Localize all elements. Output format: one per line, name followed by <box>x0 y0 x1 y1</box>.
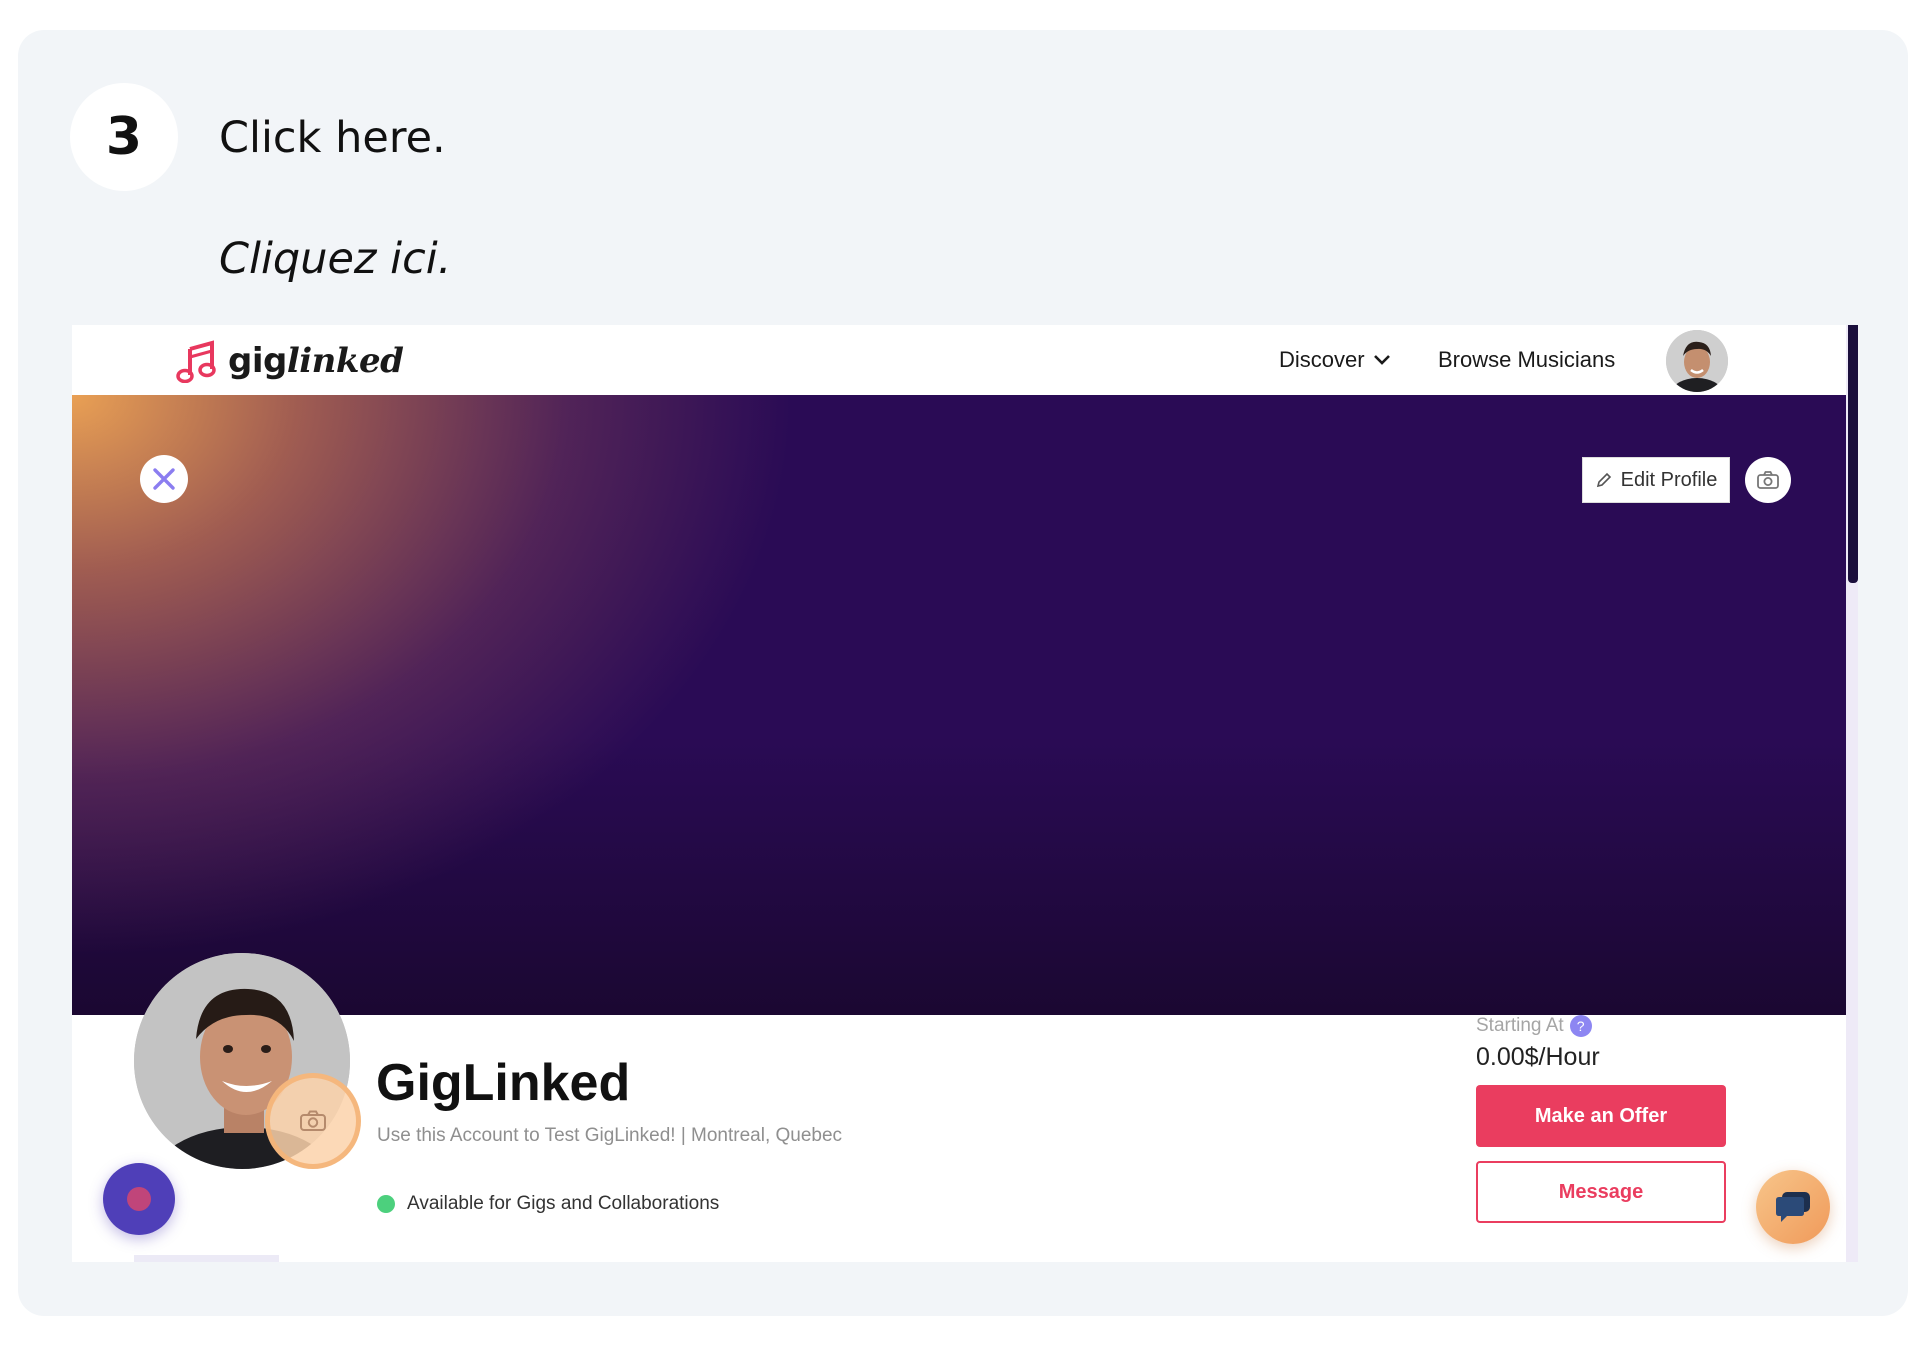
step-number-badge: 3 <box>70 83 178 191</box>
close-button[interactable] <box>140 455 188 503</box>
avatar-image <box>1666 330 1728 392</box>
top-nav: giglinked Discover Browse Musicians <box>72 325 1848 395</box>
profile-photo-camera-button[interactable] <box>265 1073 361 1169</box>
chevron-down-icon <box>1373 355 1390 365</box>
starting-at-label: Starting At <box>1476 1015 1564 1036</box>
banner-camera-button[interactable] <box>1745 457 1791 503</box>
availability-label: Available for Gigs and Collaborations <box>407 1193 720 1214</box>
profile-banner: Edit Profile <box>72 395 1848 1015</box>
scrollbar-thumb[interactable] <box>1848 325 1858 583</box>
edit-profile-button[interactable]: Edit Profile <box>1582 457 1730 503</box>
instruction-text-fr: Cliquez ici. <box>219 234 452 284</box>
help-icon[interactable]: ? <box>1569 1015 1592 1037</box>
starting-at: Starting At ? <box>1476 1015 1592 1037</box>
logo[interactable]: giglinked <box>176 337 404 385</box>
hourly-price: 0.00$/Hour <box>1476 1043 1600 1071</box>
camera-icon <box>1757 471 1779 489</box>
nav-discover[interactable]: Discover <box>1279 347 1391 373</box>
camera-icon <box>300 1110 326 1131</box>
tab-indicator <box>134 1255 279 1262</box>
chat-button[interactable] <box>1756 1170 1830 1244</box>
pencil-icon <box>1596 472 1611 488</box>
make-offer-button[interactable]: Make an Offer <box>1476 1085 1726 1147</box>
availability-status: Available for Gigs and Collaborations <box>377 1193 719 1215</box>
music-note-logo-icon <box>176 340 216 383</box>
profile-tagline: Use this Account to Test GigLinked! | Mo… <box>377 1125 843 1146</box>
record-icon <box>127 1187 151 1211</box>
instruction-text: Click here. <box>219 113 446 163</box>
chat-icon <box>1776 1192 1810 1222</box>
message-button[interactable]: Message <box>1476 1161 1726 1223</box>
status-dot <box>377 1195 395 1213</box>
close-icon <box>153 468 175 490</box>
user-avatar[interactable] <box>1666 330 1728 392</box>
nav-browse-musicians[interactable]: Browse Musicians <box>1438 347 1615 373</box>
profile-name: GigLinked <box>376 1054 631 1112</box>
edit-profile-label: Edit Profile <box>1620 468 1718 491</box>
record-button[interactable] <box>103 1163 175 1235</box>
step-number: 3 <box>105 107 143 167</box>
nav-discover-label: Discover <box>1279 347 1365 372</box>
app-screenshot: giglinked Discover Browse Musicians Edit… <box>72 325 1858 1262</box>
logo-text: giglinked <box>228 341 404 381</box>
